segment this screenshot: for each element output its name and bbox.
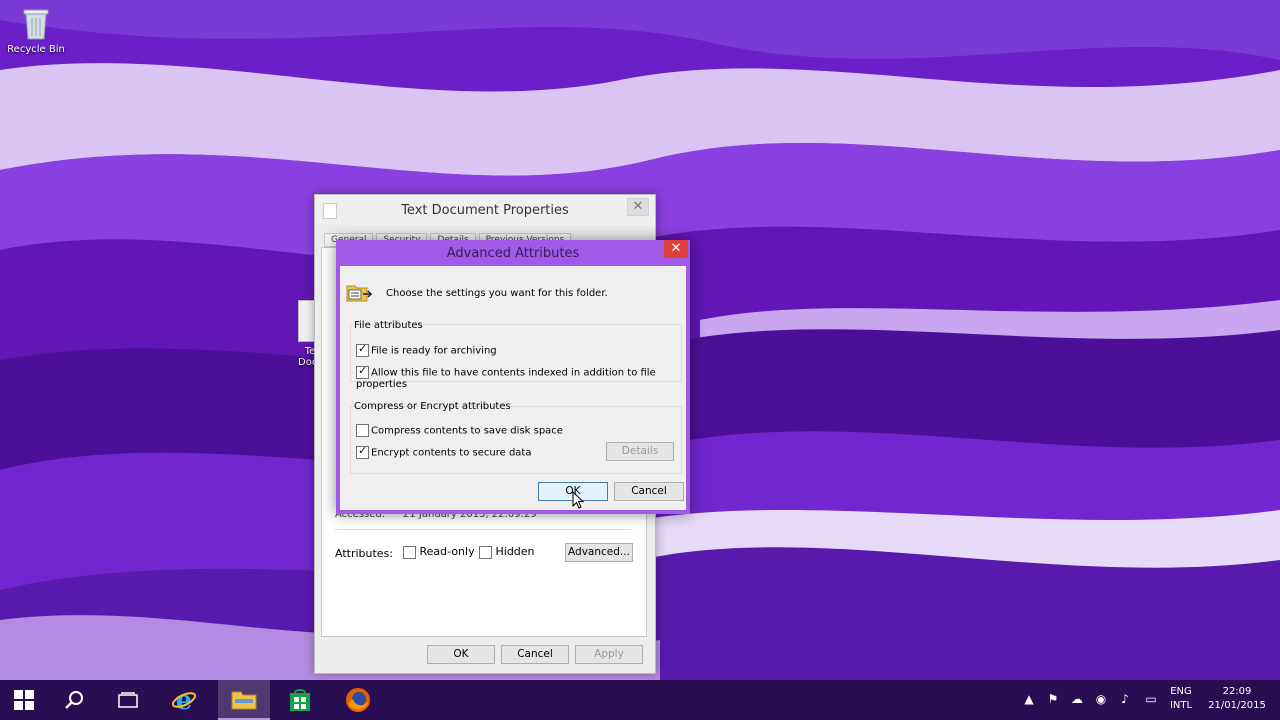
cloud-icon[interactable]: ☁ — [1070, 692, 1084, 706]
task-view-icon — [118, 692, 138, 708]
language-line1: ENG — [1170, 686, 1192, 697]
attributes-label: Attributes: — [335, 547, 394, 560]
compress-label: Compress contents to save disk space — [371, 425, 563, 437]
properties-titlebar[interactable]: Text Document Properties ✕ — [315, 195, 655, 225]
recycle-bin-desktop-icon[interactable]: Recycle Bin — [4, 6, 68, 55]
network-icon[interactable]: ◉ — [1094, 692, 1108, 706]
advanced-titlebar[interactable]: Advanced Attributes ✕ — [336, 240, 690, 266]
details-button[interactable]: Details — [606, 442, 674, 461]
advanced-attributes-dialog: Advanced Attributes ✕ Choose the setting… — [336, 240, 690, 514]
hidden-checkbox[interactable] — [479, 545, 492, 559]
properties-ok-button[interactable]: OK — [427, 645, 495, 664]
archive-checkbox[interactable] — [356, 342, 369, 357]
firefox-button[interactable] — [334, 680, 382, 720]
index-option[interactable]: Allow this file to have contents indexed… — [356, 364, 686, 391]
readonly-label: Read-only — [419, 545, 475, 558]
advanced-intro-text: Choose the settings you want for this fo… — [386, 288, 608, 299]
separator — [335, 529, 631, 530]
firefox-icon — [346, 688, 370, 712]
readonly-checkbox[interactable] — [403, 545, 416, 559]
windows-logo-icon — [14, 690, 34, 710]
encrypt-label: Encrypt contents to secure data — [371, 447, 532, 459]
start-button[interactable] — [0, 680, 48, 720]
internet-explorer-icon: e — [171, 687, 197, 713]
action-center-flag-icon[interactable]: ⚑ — [1046, 692, 1060, 706]
properties-close-button[interactable]: ✕ — [627, 198, 649, 216]
search-button[interactable] — [50, 680, 98, 720]
index-checkbox[interactable] — [356, 364, 369, 379]
clock-time: 22:09 — [1222, 686, 1252, 697]
advanced-body: Choose the settings you want for this fo… — [340, 266, 686, 510]
properties-cancel-button[interactable]: Cancel — [501, 645, 569, 664]
recycle-bin-icon — [23, 6, 49, 40]
advanced-close-button[interactable]: ✕ — [664, 240, 688, 258]
clock[interactable]: 22:09 21/01/2015 — [1202, 685, 1272, 713]
archive-label: File is ready for archiving — [371, 345, 497, 357]
task-view-button[interactable] — [104, 680, 152, 720]
folder-settings-icon — [346, 282, 373, 302]
compress-option[interactable]: Compress contents to save disk space — [356, 424, 563, 437]
archive-option[interactable]: File is ready for archiving — [356, 342, 497, 357]
svg-text:e: e — [176, 687, 193, 713]
encrypt-option[interactable]: Encrypt contents to secure data — [356, 444, 532, 459]
input-language-indicator[interactable]: ENG INTL — [1166, 685, 1196, 713]
taskbar: e ▲ ⚑ ☁ ◉ ♪ ▭ ENG INTL 22:09 21/01/2015 — [0, 680, 1280, 720]
properties-apply-button[interactable]: Apply — [575, 645, 643, 664]
file-attributes-label: File attributes — [354, 320, 423, 331]
advanced-button[interactable]: Advanced... — [565, 543, 633, 562]
keyboard-icon[interactable]: ▭ — [1144, 692, 1158, 706]
hidden-label: Hidden — [495, 545, 535, 558]
compress-encrypt-group — [350, 406, 682, 474]
advanced-title: Advanced Attributes — [446, 246, 580, 261]
advanced-cancel-button[interactable]: Cancel — [614, 482, 684, 501]
mouse-cursor-icon — [572, 491, 584, 509]
index-label: Allow this file to have contents indexed… — [356, 367, 656, 391]
search-icon — [65, 691, 83, 709]
hidden-option[interactable]: Hidden — [479, 545, 535, 559]
compress-checkbox[interactable] — [356, 424, 369, 437]
show-hidden-icons-button[interactable]: ▲ — [1022, 692, 1036, 706]
file-explorer-icon — [231, 691, 257, 710]
store-button[interactable] — [276, 680, 324, 720]
encrypt-checkbox[interactable] — [356, 444, 369, 459]
readonly-option[interactable]: Read-only — [403, 545, 475, 559]
compress-encrypt-label: Compress or Encrypt attributes — [354, 401, 511, 412]
properties-title: Text Document Properties — [401, 203, 569, 218]
language-line2: INTL — [1169, 700, 1193, 711]
recycle-bin-label: Recycle Bin — [7, 44, 65, 55]
volume-icon[interactable]: ♪ — [1118, 692, 1132, 706]
internet-explorer-button[interactable]: e — [160, 680, 208, 720]
file-explorer-button[interactable] — [218, 680, 270, 720]
clock-date: 21/01/2015 — [1208, 700, 1266, 711]
store-icon — [290, 689, 310, 711]
